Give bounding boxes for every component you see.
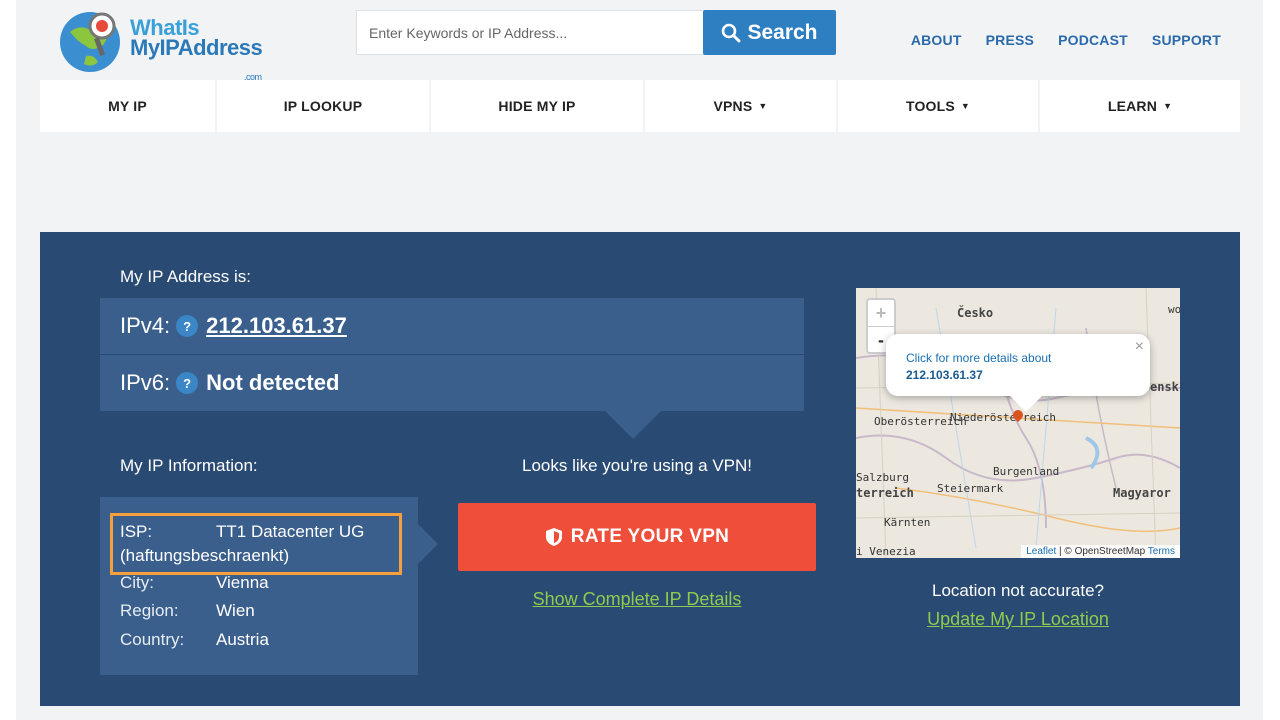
nav-tools[interactable]: TOOLS ▼ [838, 80, 1040, 132]
region-value: Wien [216, 601, 255, 620]
map-label: Česko [957, 306, 994, 320]
logo-wordmark: WhatIs MyIPAddress .com [130, 15, 263, 83]
vpn-message: Looks like you're using a VPN! [521, 456, 753, 475]
help-icon[interactable]: ? [176, 315, 199, 337]
leaflet-link[interactable]: Leaflet [1026, 546, 1056, 557]
map-label: Kärnten [884, 516, 931, 529]
rate-vpn-button[interactable]: RATE YOUR VPN [458, 503, 816, 571]
region-label: Region: [120, 601, 179, 620]
callout-pointer [605, 411, 661, 439]
ipv4-label: IPv4: [120, 313, 171, 338]
search-button-label: Search [747, 20, 818, 44]
map-label: Steiermark [937, 482, 1004, 495]
country-row: Country: Austria [120, 630, 269, 650]
zoom-in-button[interactable]: + [868, 300, 894, 327]
ip-heading: My IP Address is: [120, 267, 252, 286]
popup-text[interactable]: Click for more details about 212.103.61.… [906, 350, 1051, 384]
show-details-link[interactable]: Show Complete IP Details [458, 589, 816, 610]
nav-learn[interactable]: LEARN ▼ [1040, 80, 1240, 132]
nav-my-ip[interactable]: MY IP [40, 80, 217, 132]
search-icon [722, 23, 741, 42]
about-link[interactable]: ABOUT [911, 32, 962, 48]
top-links: ABOUT PRESS PODCAST SUPPORT [911, 32, 1221, 48]
update-location-link[interactable]: Update My IP Location [856, 609, 1180, 630]
nav-ip-lookup[interactable]: IP LOOKUP [217, 80, 431, 132]
map-popup: Click for more details about 212.103.61.… [886, 334, 1150, 412]
globe-icon [60, 12, 120, 72]
map-label: Salzburg [856, 471, 909, 484]
info-box-arrow [418, 524, 438, 564]
search-input[interactable] [356, 10, 703, 55]
caret-down-icon: ▼ [1163, 101, 1173, 111]
country-value: Austria [216, 630, 269, 649]
help-icon[interactable]: ? [176, 372, 199, 394]
map-label: terreich [856, 486, 914, 500]
map-label: wo [1168, 303, 1180, 316]
rate-vpn-label: RATE YOUR VPN [570, 526, 730, 547]
press-link[interactable]: PRESS [986, 32, 1034, 48]
info-heading: My IP Information: [120, 456, 258, 475]
city-label: City: [120, 573, 154, 592]
country-label: Country: [120, 630, 185, 649]
location-question: Location not accurate? [931, 581, 1104, 600]
terms-link[interactable]: Terms [1148, 546, 1175, 557]
support-link[interactable]: SUPPORT [1152, 32, 1221, 48]
close-icon[interactable]: × [1135, 338, 1144, 356]
shield-icon [545, 528, 562, 546]
isp-highlight-box [110, 513, 402, 575]
location-map[interactable]: + - Česko wo ensk Oberösterreich Niederö… [856, 288, 1180, 558]
caret-down-icon: ▼ [758, 101, 768, 111]
region-row: Region: Wien [120, 601, 255, 621]
map-label: Niederösterreich [950, 411, 1056, 424]
ipv6-value: Not detected [206, 370, 340, 395]
site-logo[interactable]: WhatIs MyIPAddress .com [56, 4, 276, 83]
caret-down-icon: ▼ [960, 101, 971, 111]
nav-hide-my-ip[interactable]: HIDE MY IP [431, 80, 645, 132]
podcast-link[interactable]: PODCAST [1058, 32, 1128, 48]
ip-info-panel: My IP Address is: IPv4: ? 212.103.61.37 … [40, 232, 1240, 706]
search-button[interactable]: Search [703, 10, 836, 55]
nav-vpns[interactable]: VPNS ▼ [645, 80, 838, 132]
ipv4-row: IPv4: ? 212.103.61.37 [100, 298, 804, 354]
map-label: ensk [1150, 380, 1179, 394]
map-label: Burgenland [993, 465, 1060, 478]
city-value: Vienna [216, 573, 269, 592]
ipv6-row: IPv6: ? Not detected [100, 355, 804, 411]
main-nav: MY IP IP LOOKUP HIDE MY IP VPNS ▼ TOOLS ▼ … [40, 80, 1240, 132]
map-label: Magyaror [1113, 486, 1171, 500]
map-label: i Venezia [856, 545, 916, 558]
map-attribution: Leaflet | © OpenStreetMap Terms [1021, 545, 1180, 558]
ipv4-value-link[interactable]: 212.103.61.37 [206, 313, 347, 339]
city-row: City: Vienna [120, 573, 269, 593]
ipv6-label: IPv6: [120, 370, 171, 395]
